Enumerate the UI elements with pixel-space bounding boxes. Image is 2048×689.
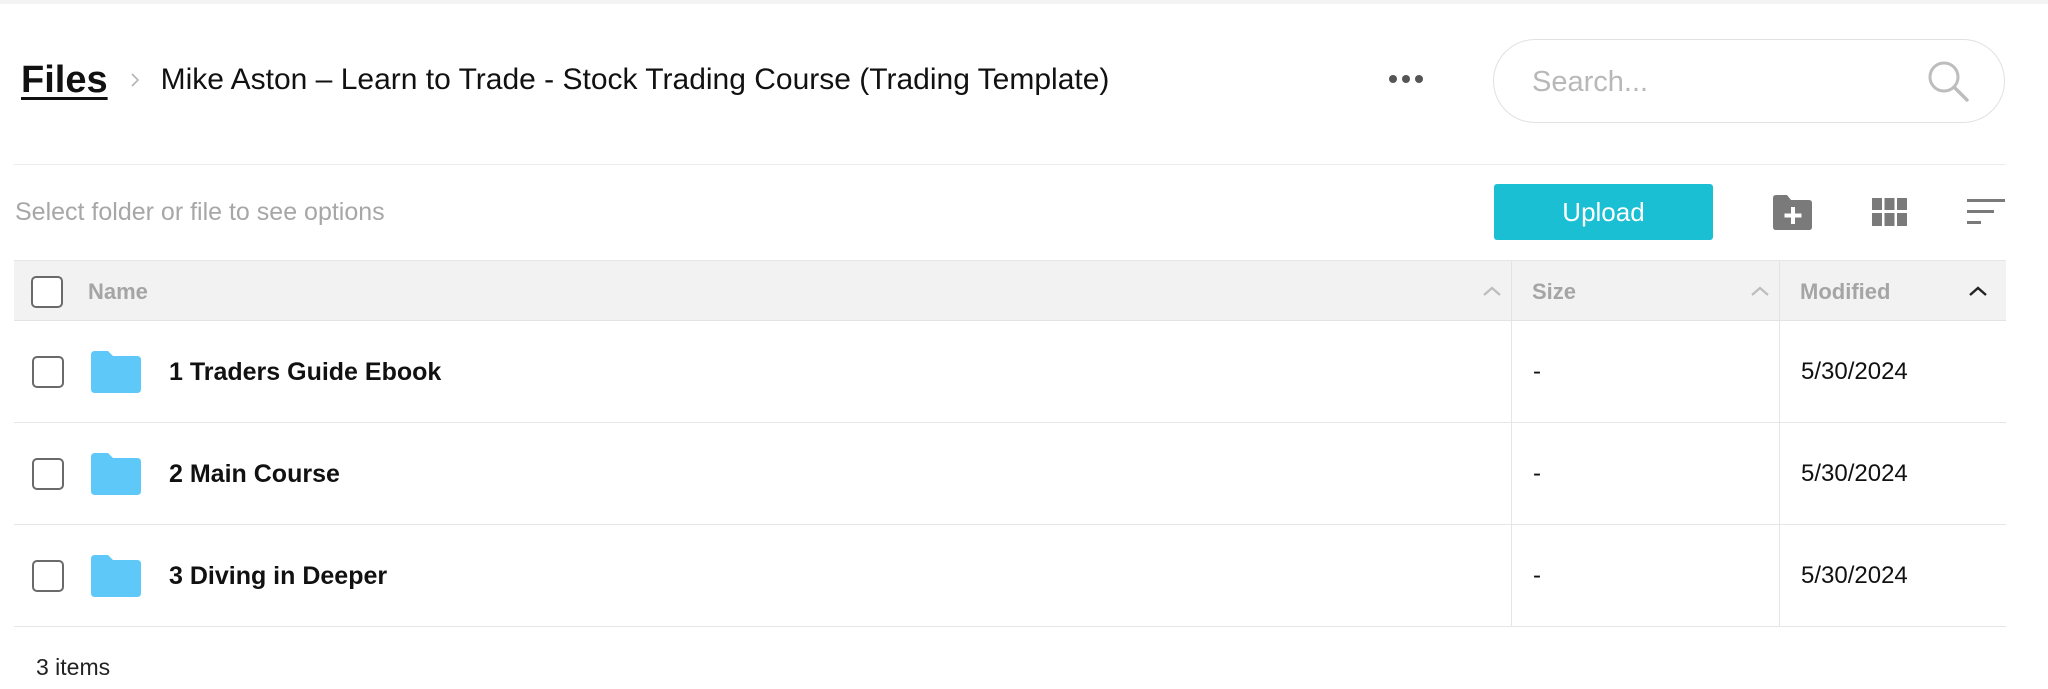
column-divider	[1511, 321, 1512, 423]
table-row[interactable]: 1 Traders Guide Ebook - 5/30/2024	[14, 321, 2006, 423]
row-checkbox[interactable]	[32, 458, 64, 490]
column-header-name[interactable]: Name	[88, 261, 148, 322]
column-divider	[1779, 423, 1780, 525]
row-size: -	[1533, 562, 1541, 589]
row-name: 1 Traders Guide Ebook	[169, 357, 442, 386]
table-row[interactable]: 2 Main Course - 5/30/2024	[14, 423, 2006, 525]
chevron-up-icon[interactable]	[1968, 285, 1988, 297]
column-divider	[1779, 261, 1780, 322]
column-divider	[1779, 525, 1780, 627]
sort-options-icon[interactable]	[1967, 199, 2005, 225]
row-modified: 5/30/2024	[1801, 358, 1908, 385]
column-header-size[interactable]: Size	[1532, 261, 1576, 322]
folder-icon	[91, 555, 141, 597]
column-divider	[1511, 525, 1512, 627]
row-size: -	[1533, 358, 1541, 385]
top-border	[0, 0, 2048, 4]
breadcrumb: Files Mike Aston – Learn to Trade - Stoc…	[21, 52, 1109, 108]
item-count: 3 items	[36, 654, 111, 680]
folder-icon	[91, 351, 141, 393]
chevron-up-icon[interactable]	[1750, 285, 1770, 297]
more-options-icon[interactable]	[1384, 62, 1428, 96]
search-input[interactable]	[1530, 58, 1914, 106]
search-box	[1493, 39, 2005, 123]
select-all-checkbox[interactable]	[31, 276, 63, 308]
breadcrumb-root-files[interactable]: Files	[21, 59, 108, 102]
row-checkbox[interactable]	[32, 560, 64, 592]
row-checkbox[interactable]	[32, 356, 64, 388]
breadcrumb-current-folder: Mike Aston – Learn to Trade - Stock Trad…	[160, 63, 1110, 96]
row-size: -	[1533, 460, 1541, 487]
table-row[interactable]: 3 Diving in Deeper - 5/30/2024	[14, 525, 2006, 627]
folder-icon	[91, 453, 141, 495]
upload-button[interactable]: Upload	[1494, 184, 1713, 240]
row-modified: 5/30/2024	[1801, 562, 1908, 589]
selection-hint: Select folder or file to see options	[15, 198, 385, 226]
table-header: Name Size Modified	[14, 260, 2006, 322]
new-folder-icon[interactable]	[1771, 193, 1814, 231]
column-header-modified[interactable]: Modified	[1800, 261, 1890, 322]
row-name: 2 Main Course	[169, 459, 340, 488]
search-icon[interactable]	[1926, 59, 1970, 103]
column-divider	[1779, 321, 1780, 423]
row-modified: 5/30/2024	[1801, 460, 1908, 487]
grid-view-icon[interactable]	[1872, 198, 1907, 226]
column-divider	[1511, 261, 1512, 322]
chevron-up-icon[interactable]	[1482, 285, 1502, 297]
chevron-right-icon	[131, 73, 139, 87]
row-name: 3 Diving in Deeper	[169, 561, 388, 590]
header-divider	[14, 164, 2006, 165]
column-divider	[1511, 423, 1512, 525]
